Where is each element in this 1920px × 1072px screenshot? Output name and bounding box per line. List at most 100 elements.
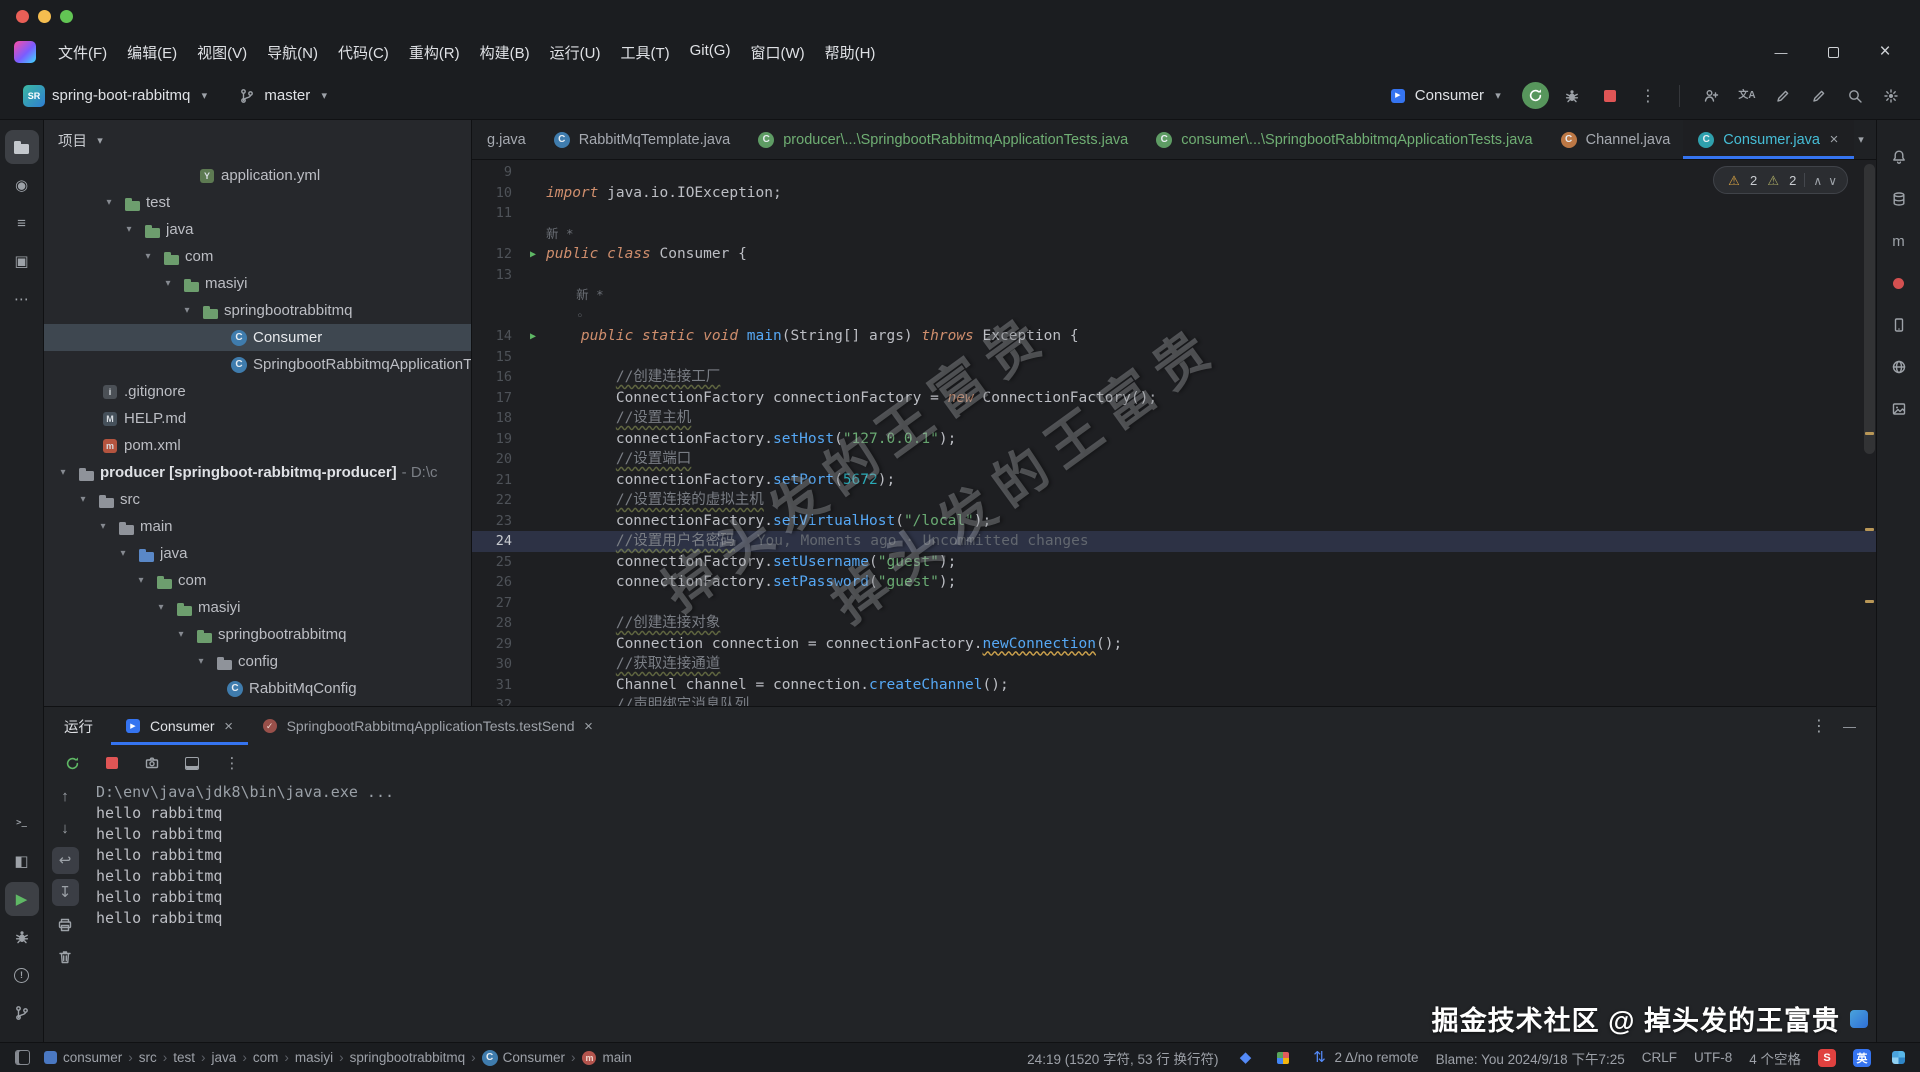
tree-item-main[interactable]: main xyxy=(44,513,471,540)
tab-consumer-java[interactable]: Consumer.java xyxy=(1683,120,1854,159)
branch-selector[interactable]: master xyxy=(228,81,340,111)
tab-rabbitmqtemplate-java[interactable]: RabbitMqTemplate.java xyxy=(539,120,744,159)
menu-导航-n[interactable]: 导航(N) xyxy=(257,38,328,67)
breadcrumb-src[interactable]: src xyxy=(139,1050,157,1065)
status-badge-lang[interactable]: 英 xyxy=(1853,1048,1871,1067)
menu-运行-u[interactable]: 运行(U) xyxy=(540,38,611,67)
run-panel-options-icon[interactable] xyxy=(1811,716,1827,736)
menu-工具-t[interactable]: 工具(T) xyxy=(610,38,679,67)
code-line-inlay[interactable]: ◦ xyxy=(472,306,1876,327)
code-line-19[interactable]: 19 connectionFactory.setHost("127.0.0.1"… xyxy=(472,429,1876,450)
camera-button[interactable] xyxy=(138,749,166,777)
tree-item-masiyi[interactable]: masiyi xyxy=(44,594,471,621)
project-panel-header[interactable]: 项目 xyxy=(44,120,471,160)
code-line-29[interactable]: 29 Connection connection = connectionFac… xyxy=(472,634,1876,655)
code-line-14[interactable]: 14 public static void main(String[] args… xyxy=(472,326,1876,347)
terminal-tool-button[interactable] xyxy=(5,806,39,840)
project-tool-button[interactable] xyxy=(4,130,39,164)
window-minimize-button[interactable] xyxy=(1770,41,1792,63)
scrollend-button[interactable]: ↧ xyxy=(51,879,79,906)
status-24-19-1520-字符-53-行-换行符[interactable]: 24:19 (1520 字符, 53 行 换行符) xyxy=(1027,1048,1218,1068)
tool-windows-icon[interactable] xyxy=(12,1048,32,1068)
traffic-light-close[interactable] xyxy=(16,9,29,23)
code-line-32[interactable]: 32 //声明绑定消息队列 xyxy=(472,695,1876,706)
tree-item-com[interactable]: com xyxy=(44,567,471,594)
tree-item-consumer[interactable]: Consumer xyxy=(44,324,471,351)
code-line-inlay[interactable]: 新 * xyxy=(472,285,1876,306)
breadcrumb-main[interactable]: main xyxy=(581,1050,631,1066)
menu-编辑-e[interactable]: 编辑(E) xyxy=(117,38,187,67)
menu-帮助-h[interactable]: 帮助(H) xyxy=(815,38,886,67)
commit-tool-button[interactable]: ◉ xyxy=(5,168,39,202)
code-line-15[interactable]: 15 xyxy=(472,347,1876,368)
code-line-18[interactable]: 18 //设置主机 xyxy=(472,408,1876,429)
tab-g-java[interactable]: g.java xyxy=(474,120,539,159)
menu-视图-v[interactable]: 视图(V) xyxy=(187,38,257,67)
tree-item-gitignore[interactable]: .gitignore xyxy=(44,378,471,405)
traffic-light-zoom[interactable] xyxy=(60,9,73,23)
tree-item-producer-springboot-rabbitmq-producer[interactable]: producer [springboot-rabbitmq-producer] … xyxy=(44,459,471,486)
status-widget-plugin[interactable]: ◆ xyxy=(1236,1048,1256,1068)
hide-panel-icon[interactable] xyxy=(1843,718,1856,735)
code-line-10[interactable]: 10 import java.io.IOException; xyxy=(472,183,1876,204)
stopsq-button[interactable] xyxy=(98,749,126,777)
debug-tool-button[interactable] xyxy=(5,920,39,954)
tree-item-java[interactable]: java xyxy=(44,216,471,243)
problems-tool-button[interactable] xyxy=(5,958,39,992)
breadcrumb-consumer[interactable]: Consumer xyxy=(482,1050,565,1066)
more-tool-button[interactable]: ⋯ xyxy=(5,282,39,316)
code-line-13[interactable]: 13 xyxy=(472,265,1876,286)
softwrap-button[interactable]: ↩ xyxy=(51,847,79,874)
menu-构建-b[interactable]: 构建(B) xyxy=(470,38,540,67)
menu-git-g[interactable]: Git(G) xyxy=(680,38,741,67)
window-maximize-button[interactable] xyxy=(1822,41,1844,63)
tree-item-springbootrabbitmqapplicationtests[interactable]: SpringbootRabbitmqApplicationTests xyxy=(44,351,471,378)
pencil-button[interactable] xyxy=(1768,81,1798,111)
pencil2-button[interactable] xyxy=(1804,81,1834,111)
search-button[interactable] xyxy=(1840,81,1870,111)
close-tab-icon[interactable] xyxy=(1827,131,1841,148)
tab-channel-java[interactable]: Channel.java xyxy=(1546,120,1684,159)
code-line-27[interactable]: 27 xyxy=(472,593,1876,614)
kebab-button[interactable]: ⋮ xyxy=(218,749,246,777)
project-selector[interactable]: SR spring-boot-rabbitmq xyxy=(14,80,220,112)
menu-重构-r[interactable]: 重构(R) xyxy=(399,38,470,67)
status-crlf[interactable]: CRLF xyxy=(1642,1050,1677,1065)
inspections-widget[interactable]: 2 2 xyxy=(1712,166,1848,194)
code-line-25[interactable]: 25 connectionFactory.setUsername("guest"… xyxy=(472,552,1876,573)
database-tool-button[interactable] xyxy=(1882,182,1916,216)
run-tab-consumer[interactable]: Consumer xyxy=(111,707,248,745)
collab-button[interactable] xyxy=(1696,81,1726,111)
settings-button[interactable] xyxy=(1876,81,1906,111)
tree-item-masiyi[interactable]: masiyi xyxy=(44,270,471,297)
menu-代码-c[interactable]: 代码(C) xyxy=(328,38,399,67)
run-config-selector[interactable]: Consumer xyxy=(1379,81,1514,111)
code-line-16[interactable]: 16 //创建连接工厂 xyxy=(472,367,1876,388)
down-button[interactable]: ↓ xyxy=(52,815,79,842)
code-line-30[interactable]: 30 //获取连接通道 xyxy=(472,654,1876,675)
tree-item-config[interactable]: config xyxy=(44,648,471,675)
code-line-26[interactable]: 26 connectionFactory.setPassword("guest"… xyxy=(472,572,1876,593)
menu-窗口-w[interactable]: 窗口(W) xyxy=(740,38,814,67)
next-problem-icon[interactable] xyxy=(1828,173,1837,188)
debug-button[interactable] xyxy=(1557,81,1587,111)
breadcrumb-masiyi[interactable]: masiyi xyxy=(295,1050,333,1065)
tree-item-src[interactable]: src xyxy=(44,486,471,513)
vcs-tool-button[interactable] xyxy=(5,996,39,1030)
record-tool-button[interactable] xyxy=(1882,266,1916,300)
up-button[interactable]: ↑ xyxy=(52,783,79,810)
layout-button[interactable] xyxy=(178,749,206,777)
run-tool-button[interactable]: ▶ xyxy=(4,882,39,916)
hidden-tabs-icon[interactable] xyxy=(1854,133,1868,146)
editor-scrollbar[interactable] xyxy=(1863,160,1876,706)
code-line-31[interactable]: 31 Channel channel = connection.createCh… xyxy=(472,675,1876,696)
status-4-个空格[interactable]: 4 个空格 xyxy=(1749,1048,1801,1068)
breadcrumb-test[interactable]: test xyxy=(173,1050,195,1065)
more-actions-button[interactable] xyxy=(1633,81,1663,111)
status-widget-ime-grid[interactable] xyxy=(1888,1048,1908,1068)
close-tab-icon[interactable] xyxy=(582,718,596,735)
tree-item-springbootrabbitmq[interactable]: springbootrabbitmq xyxy=(44,621,471,648)
rerun-button[interactable] xyxy=(1522,82,1549,109)
tree-item-com[interactable]: com xyxy=(44,243,471,270)
maven-tool-button[interactable]: m xyxy=(1882,224,1916,258)
